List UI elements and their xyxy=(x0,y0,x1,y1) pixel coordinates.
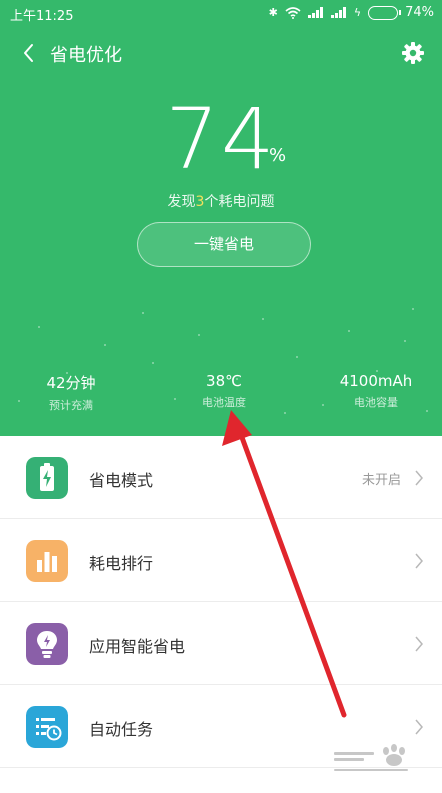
bluetooth-icon: ✱ xyxy=(268,6,278,19)
list-item-label: 省电模式 xyxy=(89,471,154,490)
stat-charge-time: 42分钟 预计充满 xyxy=(0,372,146,413)
stat-value: 4100mAh xyxy=(339,372,413,390)
feature-list: 省电模式 未开启 耗电排行 应用智能省电 自动任务 xyxy=(0,436,442,768)
chevron-right-icon xyxy=(415,553,423,569)
list-item-status: 未开启 xyxy=(361,473,401,488)
stat-temperature: 38℃ 电池温度 xyxy=(149,372,299,410)
bar-chart-icon xyxy=(26,540,68,582)
signal-icon xyxy=(330,7,347,18)
one-key-save-button[interactable]: 一键省电 xyxy=(137,222,311,267)
battery-level-display: 74 % xyxy=(0,90,442,188)
bulb-icon xyxy=(26,623,68,665)
issues-summary: 发现3个耗电问题 xyxy=(0,191,442,211)
issues-prefix: 发现 xyxy=(167,194,196,210)
battery-level-unit: % xyxy=(269,145,287,166)
stat-value: 42分钟 xyxy=(46,374,96,392)
battery-hero-panel: 上午11:25 ✱ ϟ 74% 省电优化 74 % 发现3个耗电问题 一键省电 … xyxy=(0,0,442,436)
status-time: 上午11:25 xyxy=(10,9,74,24)
list-item-power-ranking[interactable]: 耗电排行 xyxy=(0,519,442,602)
page-title: 省电优化 xyxy=(50,45,122,66)
wifi-icon xyxy=(285,6,301,19)
battery-percent: 74% xyxy=(405,5,434,20)
battery-mode-icon xyxy=(26,457,68,499)
battery-level-number: 74 xyxy=(165,90,277,188)
signal-icon xyxy=(307,7,324,18)
stat-label: 电池温度 xyxy=(202,396,246,409)
battery-stats: 42分钟 预计充满 38℃ 电池温度 4100mAh 电池容量 xyxy=(0,344,442,436)
list-item-label: 耗电排行 xyxy=(89,554,154,573)
battery-icon: 74% xyxy=(368,5,434,20)
stat-value: 38℃ xyxy=(206,372,242,390)
list-item-smart-app-saving[interactable]: 应用智能省电 xyxy=(0,602,442,685)
stat-label: 电池容量 xyxy=(354,396,398,409)
stat-capacity: 4100mAh 电池容量 xyxy=(301,372,442,410)
charging-icon: ϟ xyxy=(353,6,362,19)
chevron-right-icon xyxy=(415,470,423,486)
chevron-right-icon xyxy=(415,636,423,652)
status-bar: 上午11:25 ✱ ϟ 74% xyxy=(0,0,442,28)
stat-label: 预计充满 xyxy=(49,399,93,412)
chevron-right-icon xyxy=(415,719,423,735)
list-item-label: 自动任务 xyxy=(89,720,154,739)
gear-icon[interactable] xyxy=(400,40,426,66)
watermark-logo xyxy=(334,744,408,771)
task-clock-icon xyxy=(26,706,68,748)
chevron-left-icon[interactable] xyxy=(18,40,42,66)
issues-suffix: 个耗电问题 xyxy=(204,194,275,210)
list-item-label: 应用智能省电 xyxy=(89,637,186,656)
list-item-power-saving-mode[interactable]: 省电模式 未开启 xyxy=(0,436,442,519)
